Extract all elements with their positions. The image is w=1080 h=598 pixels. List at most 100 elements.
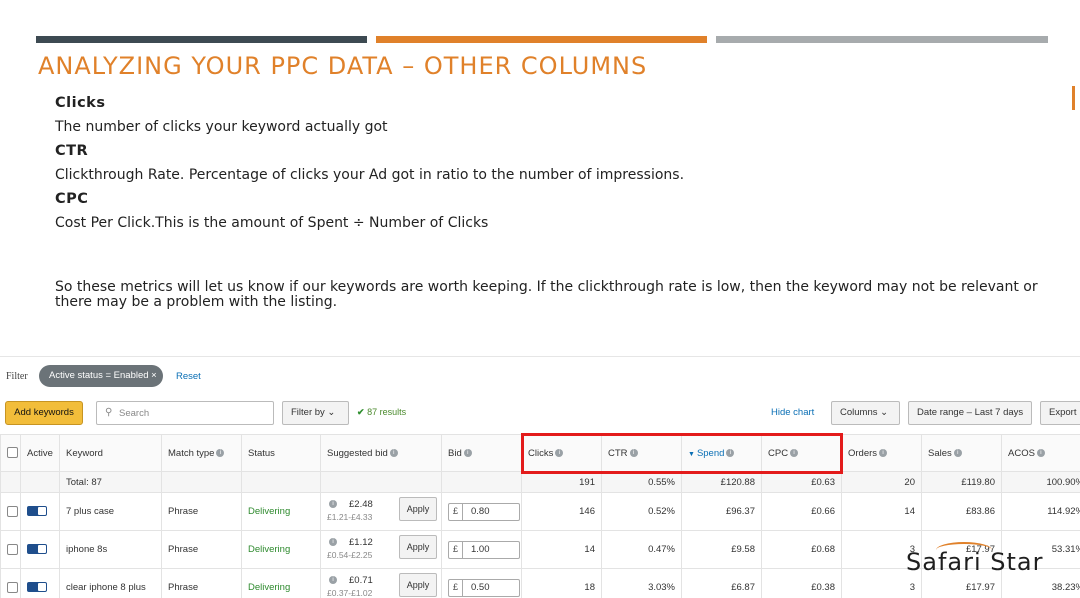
ctr-cell: 0.47% <box>601 530 682 569</box>
cpc-cell: £0.38 <box>761 568 842 598</box>
total-orders: 20 <box>841 471 922 493</box>
summary-paragraph: So these metrics will let us know if our… <box>55 279 1038 310</box>
row-checkbox[interactable] <box>0 492 21 531</box>
spend-cell: £96.37 <box>681 492 762 531</box>
ctr-cell: 3.03% <box>601 568 682 598</box>
date-range-button[interactable]: Date range – Last 7 days <box>908 401 1032 425</box>
info-icon: i <box>953 448 962 457</box>
match-cell: Phrase <box>161 530 242 569</box>
col-status[interactable]: Status <box>241 434 321 472</box>
filter-row: Filter Active status = Enabled × Reset <box>0 363 1080 387</box>
hide-chart-link[interactable]: Hide chart <box>771 407 814 418</box>
col-bid[interactable]: Bid i <box>441 434 522 472</box>
status-cell: Delivering <box>241 530 321 569</box>
active-toggle[interactable] <box>20 492 60 531</box>
filter-by-button[interactable]: Filter by ⌄ <box>282 401 349 425</box>
info-icon: i <box>329 538 337 547</box>
cpc-cell: £0.66 <box>761 492 842 531</box>
col-acos[interactable]: ACOS i <box>1001 434 1080 472</box>
row-checkbox[interactable] <box>0 568 21 598</box>
suggested-bid-cell: i £2.48 £1.21-£4.33 Apply <box>320 492 442 531</box>
columns-button[interactable]: Columns ⌄ <box>831 401 900 425</box>
total-sales: £119.80 <box>921 471 1002 493</box>
results-text: 87 results <box>367 407 407 417</box>
suggested-bid-cell: i £0.71 £0.37-£1.02 Apply <box>320 568 442 598</box>
bid-input[interactable]: £0.50 <box>441 568 522 598</box>
add-keywords-button[interactable]: Add keywords <box>5 401 83 425</box>
info-icon: i <box>329 500 337 509</box>
cpc-text: Cost Per Click.This is the amount of Spe… <box>55 215 489 231</box>
total-acos: 100.90% <box>1001 471 1080 493</box>
match-cell: Phrase <box>161 568 242 598</box>
ctr-cell: 0.52% <box>601 492 682 531</box>
ctr-text: Clickthrough Rate. Percentage of clicks … <box>55 167 685 183</box>
col-suggested-bid[interactable]: Suggested bid i <box>320 434 442 472</box>
table-row: 7 plus case Phrase Delivering i £2.48 £1.2… <box>0 492 1080 531</box>
total-ctr: 0.55% <box>601 471 682 493</box>
sales-cell: £83.86 <box>921 492 1002 531</box>
total-cpc: £0.63 <box>761 471 842 493</box>
total-label: Total: 87 <box>59 471 162 493</box>
reset-link[interactable]: Reset <box>176 371 201 382</box>
status-cell: Delivering <box>241 492 321 531</box>
status-cell: Delivering <box>241 568 321 598</box>
info-icon: i <box>1036 448 1045 457</box>
orders-cell: 14 <box>841 492 922 531</box>
title-bar-dark <box>36 36 367 43</box>
logo-arc <box>936 542 992 558</box>
match-cell: Phrase <box>161 492 242 531</box>
search-placeholder: Search <box>119 408 150 419</box>
clicks-cell: 14 <box>521 530 602 569</box>
clicks-text: The number of clicks your keyword actual… <box>55 119 388 135</box>
col-sales[interactable]: Sales i <box>921 434 1002 472</box>
total-row: Total: 87 191 0.55% £120.88 £0.63 20 £11… <box>0 471 1080 493</box>
definitions: Clicks The number of clicks your keyword… <box>55 95 684 239</box>
active-status-filter-chip[interactable]: Active status = Enabled × <box>39 365 163 387</box>
apply-button[interactable]: Apply <box>399 497 437 521</box>
spend-cell: £6.87 <box>681 568 762 598</box>
search-icon: ⚲ <box>105 407 113 418</box>
safari-star-logo: Safari Star <box>906 542 1043 576</box>
select-all-checkbox[interactable] <box>0 434 21 472</box>
col-keyword[interactable]: Keyword <box>59 434 162 472</box>
info-icon: i <box>463 448 472 457</box>
title-bar-grey <box>716 36 1048 43</box>
clicks-cell: 146 <box>521 492 602 531</box>
filter-label: Filter <box>6 371 28 382</box>
bid-input[interactable]: £1.00 <box>441 530 522 569</box>
export-button[interactable]: Export <box>1040 401 1080 425</box>
info-icon: i <box>389 448 398 457</box>
slide-title: ANALYZING YOUR PPC DATA – OTHER COLUMNS <box>38 52 648 80</box>
cpc-cell: £0.68 <box>761 530 842 569</box>
active-toggle[interactable] <box>20 530 60 569</box>
col-active[interactable]: Active <box>20 434 60 472</box>
cpc-heading: CPC <box>55 191 89 207</box>
total-spend: £120.88 <box>681 471 762 493</box>
row-checkbox[interactable] <box>0 530 21 569</box>
metrics-highlight-box <box>521 433 843 474</box>
results-count: ✔ 87 results <box>357 407 406 418</box>
bid-input[interactable]: £0.80 <box>441 492 522 531</box>
check-icon: ✔ <box>357 407 365 417</box>
keyword-cell: clear iphone 8 plus <box>59 568 162 598</box>
info-icon: i <box>216 448 225 457</box>
col-orders[interactable]: Orders i <box>841 434 922 472</box>
info-icon: i <box>329 576 337 585</box>
toolbar: Add keywords ⚲ Search Filter by ⌄ ✔ 87 r… <box>0 400 1080 426</box>
active-toggle[interactable] <box>20 568 60 598</box>
keyword-cell: iphone 8s <box>59 530 162 569</box>
acos-cell: 114.92% <box>1001 492 1080 531</box>
clicks-heading: Clicks <box>55 95 106 111</box>
keyword-cell: 7 plus case <box>59 492 162 531</box>
ctr-heading: CTR <box>55 143 89 159</box>
spend-cell: £9.58 <box>681 530 762 569</box>
info-icon: i <box>879 448 888 457</box>
suggested-bid-cell: i £1.12 £0.54-£2.25 Apply <box>320 530 442 569</box>
corner-mark <box>1072 86 1080 110</box>
clicks-cell: 18 <box>521 568 602 598</box>
col-match-type[interactable]: Match type i <box>161 434 242 472</box>
apply-button[interactable]: Apply <box>399 573 437 597</box>
total-clicks: 191 <box>521 471 602 493</box>
search-input[interactable]: ⚲ Search <box>96 401 274 425</box>
apply-button[interactable]: Apply <box>399 535 437 559</box>
